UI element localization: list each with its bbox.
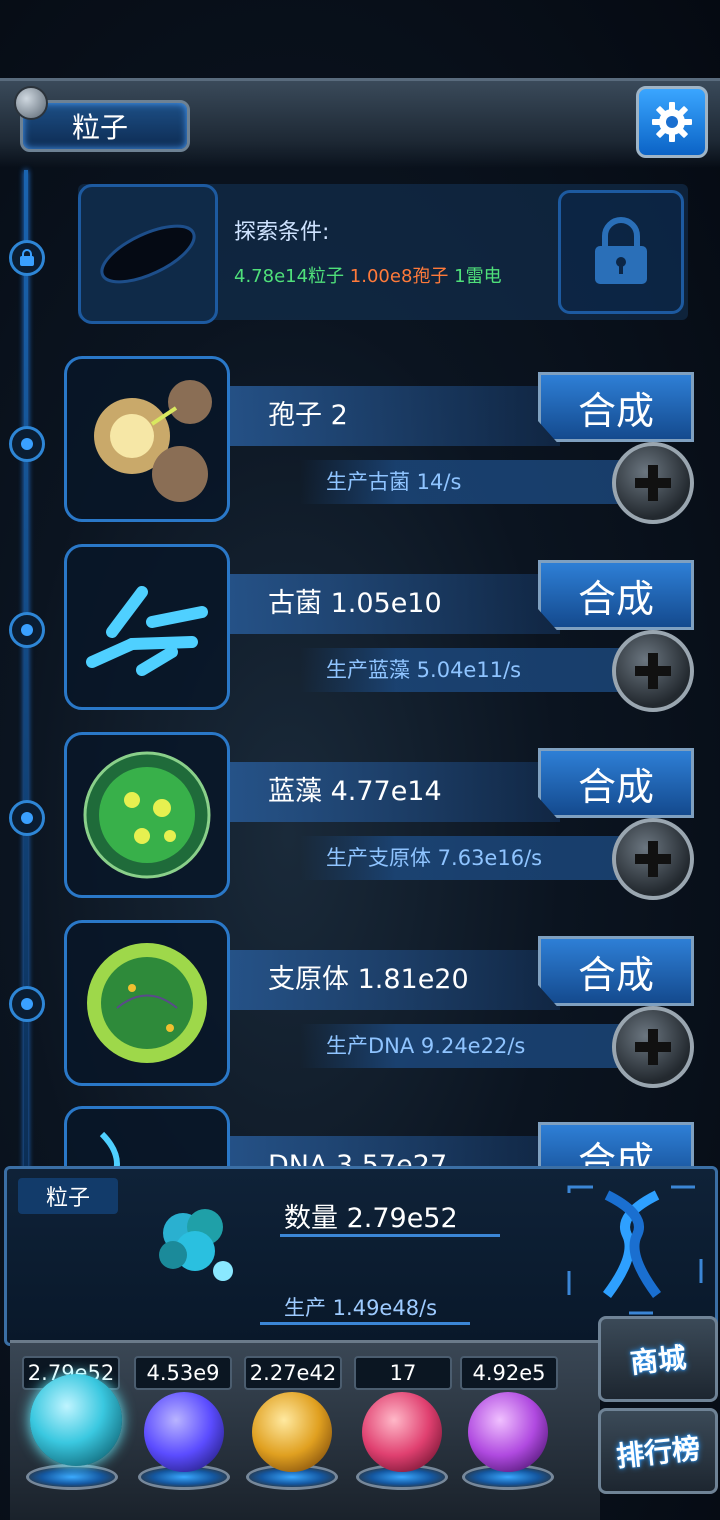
lightning-orb-icon[interactable] bbox=[144, 1392, 224, 1472]
resource-value: 4.53e9 bbox=[134, 1356, 232, 1390]
cyanobacteria-icon bbox=[83, 751, 211, 879]
rail-lock-node bbox=[9, 240, 45, 276]
item-name-count: 古菌 1.05e10 bbox=[268, 588, 442, 619]
vortex-orb-icon[interactable] bbox=[468, 1392, 548, 1472]
divider bbox=[260, 1322, 470, 1325]
lock-icon bbox=[20, 249, 34, 266]
unlock-button[interactable] bbox=[558, 190, 684, 314]
summary-production: 生产 1.49e48/s bbox=[284, 1296, 438, 1320]
synthesize-button[interactable]: 合成 bbox=[538, 560, 694, 630]
resource-value: 2.27e42 bbox=[244, 1356, 342, 1390]
item-production: 生产支原体 7.63e16/s bbox=[326, 846, 543, 870]
gear-icon bbox=[652, 102, 692, 142]
synthesize-button[interactable]: 合成 bbox=[538, 372, 694, 442]
plus-icon bbox=[635, 1029, 671, 1065]
plus-icon bbox=[635, 653, 671, 689]
spore-icon bbox=[94, 380, 212, 502]
resource-value: 4.92e5 bbox=[460, 1356, 558, 1390]
summary-tag: 粒子 bbox=[18, 1178, 118, 1214]
bacillus-silhouette-icon bbox=[100, 224, 196, 284]
item-row-archaea: 古菌 1.05e10 生产蓝藻 5.04e11/s 合成 bbox=[0, 544, 720, 714]
fire-orb-icon[interactable] bbox=[252, 1392, 332, 1472]
settings-button[interactable] bbox=[636, 86, 708, 158]
item-production: 生产DNA 9.24e22/s bbox=[326, 1034, 526, 1058]
upgrade-button[interactable] bbox=[612, 1006, 694, 1088]
dna-helix-icon bbox=[567, 1185, 703, 1315]
upgrade-button[interactable] bbox=[612, 630, 694, 712]
plus-icon bbox=[635, 465, 671, 501]
item-thumbnail bbox=[64, 356, 230, 522]
resource-value: 17 bbox=[354, 1356, 452, 1390]
item-row-spore: 孢子 2 生产古菌 14/s 合成 bbox=[0, 356, 720, 526]
explore-condition-values: 4.78e14粒子 1.00e8孢子 1雷电 bbox=[234, 266, 502, 287]
item-thumbnail bbox=[64, 920, 230, 1086]
divider bbox=[280, 1234, 500, 1237]
shop-button[interactable]: 商城 bbox=[598, 1316, 718, 1402]
brain-orb-icon[interactable] bbox=[362, 1392, 442, 1472]
item-production: 生产古菌 14/s bbox=[326, 470, 462, 494]
upgrade-button[interactable] bbox=[612, 442, 694, 524]
item-production: 生产蓝藻 5.04e11/s bbox=[326, 658, 522, 682]
ranking-label: 排行榜 bbox=[614, 1431, 702, 1474]
page-title: 粒子 bbox=[71, 111, 128, 144]
locked-item-thumbnail bbox=[78, 184, 218, 324]
explore-condition-label: 探索条件: bbox=[234, 220, 330, 245]
upgrade-button[interactable] bbox=[612, 818, 694, 900]
item-thumbnail bbox=[64, 732, 230, 898]
padlock-icon bbox=[595, 217, 647, 284]
item-row-cyanobacteria: 蓝藻 4.77e14 生产支原体 7.63e16/s 合成 bbox=[0, 732, 720, 902]
particle-orb-icon[interactable] bbox=[30, 1374, 122, 1466]
item-thumbnail bbox=[64, 544, 230, 710]
item-row-mycoplasma: 支原体 1.81e20 生产DNA 9.24e22/s 合成 bbox=[0, 920, 720, 1090]
synthesize-button[interactable]: 合成 bbox=[538, 936, 694, 1006]
item-name-count: 支原体 1.81e20 bbox=[268, 964, 469, 995]
item-name-count: 蓝藻 4.77e14 bbox=[268, 776, 442, 807]
mycoplasma-icon bbox=[87, 943, 207, 1063]
plus-icon bbox=[635, 841, 671, 877]
shop-label: 商城 bbox=[628, 1341, 688, 1380]
archaea-icon bbox=[86, 586, 208, 676]
particle-cluster-icon bbox=[159, 1209, 233, 1281]
ranking-button[interactable]: 排行榜 bbox=[598, 1408, 718, 1494]
synthesize-button[interactable]: 合成 bbox=[538, 748, 694, 818]
item-name-count: 孢子 2 bbox=[268, 400, 348, 431]
summary-count: 数量 2.79e52 bbox=[284, 1203, 458, 1234]
orb-stand bbox=[26, 1464, 118, 1490]
